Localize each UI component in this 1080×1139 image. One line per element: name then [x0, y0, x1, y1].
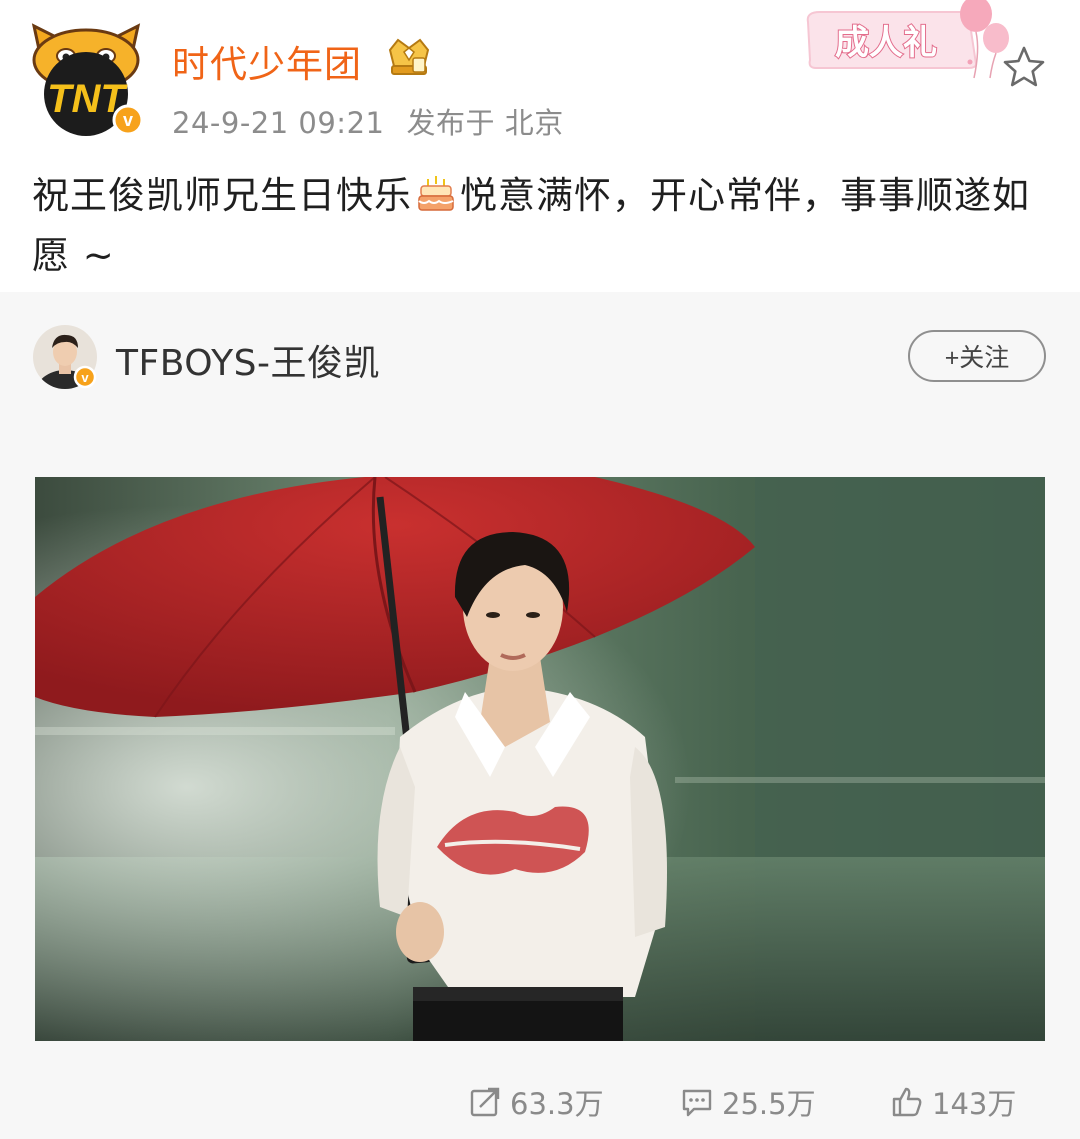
post-text-part1: 祝王俊凯师兄生日快乐	[32, 174, 412, 217]
post-timestamp: 24-9-21 09:21	[172, 106, 385, 140]
birthday-cake-emoji-icon	[418, 176, 454, 211]
comment-icon	[682, 1089, 712, 1117]
svg-text:v: v	[123, 110, 133, 130]
follow-button[interactable]: +关注	[908, 330, 1046, 382]
post-meta: 24-9-21 09:21 发布于 北京	[172, 100, 586, 142]
original-author-name[interactable]: TFBOYS-王俊凯	[116, 334, 380, 386]
tnt-tiger-logo-icon: TNT v	[31, 23, 144, 136]
favorite-star-icon[interactable]	[1000, 44, 1048, 90]
svg-text:v: v	[81, 370, 89, 385]
like-button[interactable]: 143万	[890, 1082, 1016, 1122]
original-author-avatar[interactable]: v	[32, 324, 98, 390]
repost-card[interactable]: v TFBOYS-王俊凯 +关注	[0, 292, 1080, 1139]
repost-count: 63.3万	[510, 1087, 604, 1121]
avatar-icon: v	[33, 325, 97, 389]
post-content: 祝王俊凯师兄生日快乐 悦意满怀，开心常伴，事事顺遂如愿 ~	[32, 166, 1052, 286]
post-photo[interactable]	[35, 477, 1045, 1041]
crown-badge-icon[interactable]	[384, 36, 434, 78]
comment-count: 25.5万	[722, 1087, 816, 1121]
comment-button[interactable]: 25.5万	[680, 1082, 816, 1122]
avatar-tnt-logo[interactable]: TNT v	[24, 20, 148, 138]
repost-button[interactable]: 63.3万	[468, 1082, 604, 1122]
share-icon	[470, 1087, 500, 1117]
like-count: 143万	[932, 1087, 1017, 1121]
portrait-with-red-umbrella-icon	[35, 477, 1045, 1041]
thumbs-up-icon	[892, 1087, 922, 1117]
event-badge-text: 成人礼	[835, 23, 937, 63]
post-location: 发布于 北京	[406, 106, 564, 140]
post-author-name[interactable]: 时代少年团	[172, 34, 362, 88]
